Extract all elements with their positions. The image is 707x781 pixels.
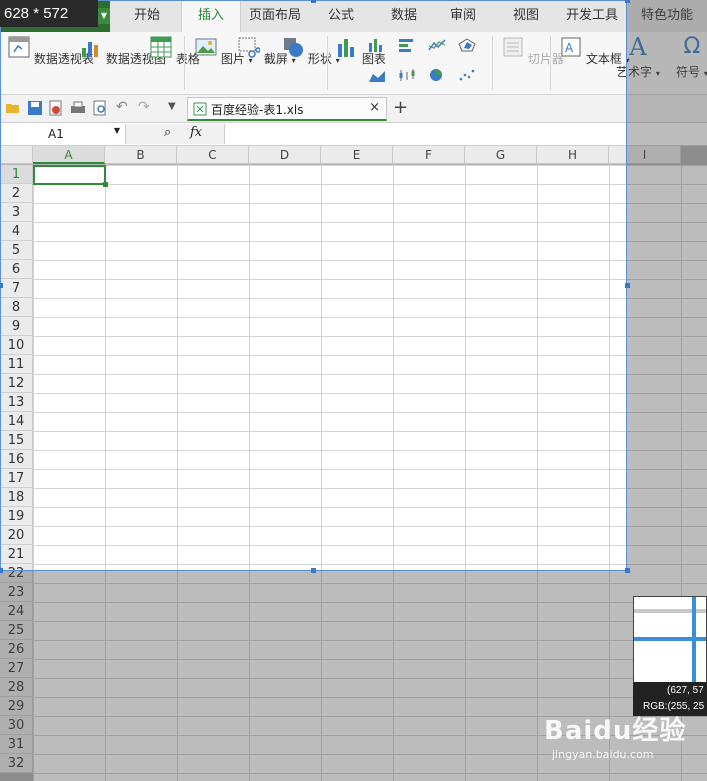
cursor-coordinates: (627, 57	[667, 685, 704, 696]
baidu-watermark: Baidu经验 jingyan.baidu.com	[540, 706, 700, 766]
watermark-site: jingyan.baidu.com	[552, 748, 654, 761]
capture-dim-bottom	[0, 571, 627, 781]
resize-handle[interactable]	[625, 0, 630, 3]
resize-handle[interactable]	[311, 0, 316, 3]
capture-selection-frame[interactable]	[0, 0, 627, 571]
watermark-brand: Baidu经验	[544, 716, 687, 746]
resize-handle[interactable]	[0, 283, 3, 288]
resize-handle[interactable]	[625, 283, 630, 288]
crosshair-vertical	[692, 597, 696, 683]
capture-size-label: 628 * 572	[0, 0, 98, 27]
resize-handle[interactable]	[625, 568, 630, 573]
resize-handle[interactable]	[311, 568, 316, 573]
resize-handle[interactable]	[0, 568, 3, 573]
